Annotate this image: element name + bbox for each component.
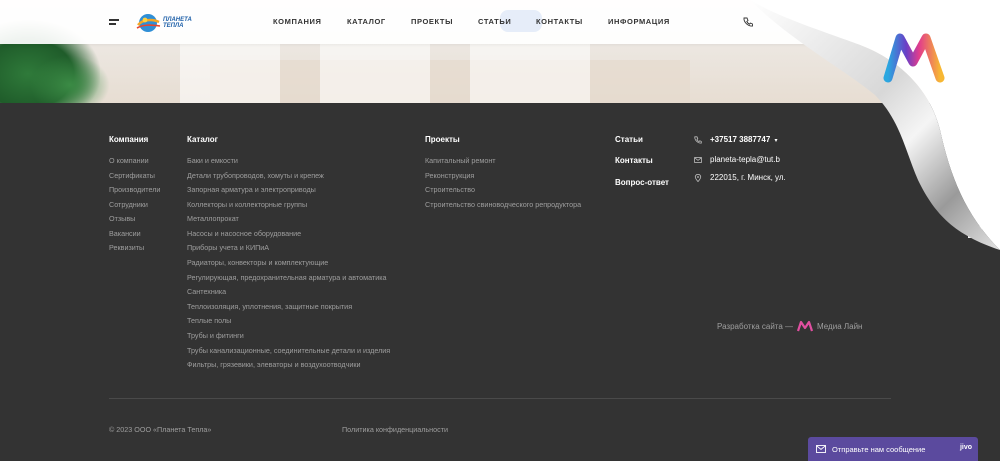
footer-link[interactable]: Реквизиты — [109, 243, 144, 252]
footer-articles-heading[interactable]: Статьи — [615, 135, 643, 144]
jivo-brand: jivo — [959, 444, 972, 451]
footer-link[interactable]: Сантехника — [187, 287, 226, 296]
planet-logo-icon — [136, 14, 161, 32]
footer-link[interactable]: Отзывы — [109, 214, 135, 223]
developer-name: Медиа Лайн — [817, 321, 863, 331]
scroll-tab[interactable] — [968, 226, 982, 238]
footer-link[interactable]: Радиаторы, конвекторы и комплектующие — [187, 258, 328, 267]
site-logo[interactable]: ПЛАНЕТА ТЕПЛА — [135, 11, 195, 35]
footer-phone[interactable]: +37517 3887747 ▾ — [710, 135, 778, 144]
nav-company[interactable]: КОМПАНИЯ — [273, 17, 321, 26]
media-line-logo-icon — [796, 320, 814, 332]
phone-icon[interactable] — [743, 17, 753, 27]
footer-link[interactable]: Реконструкция — [425, 171, 474, 180]
nav-catalog[interactable]: КАТАЛОГ — [347, 17, 386, 26]
hero-banner: ПЛАНЕТА ТЕПЛА КОМПАНИЯ КАТАЛОГ ПРОЕКТЫ С… — [0, 0, 1000, 103]
hero-plant — [30, 55, 110, 103]
footer-phone-number[interactable]: +37517 3887747 — [710, 135, 770, 144]
logo-text-line2: ТЕПЛА — [163, 23, 184, 29]
footer-link[interactable]: Коллекторы и коллекторные группы — [187, 200, 307, 209]
developer-credit[interactable]: Разработка сайта — Медиа Лайн — [717, 320, 862, 332]
footer-link[interactable]: Строительство — [425, 185, 475, 194]
nav-projects[interactable]: ПРОЕКТЫ — [411, 17, 453, 26]
nav-contacts[interactable]: КОНТАКТЫ — [536, 17, 583, 26]
footer-address: 222015, г. Минск, ул. — [710, 173, 786, 182]
footer-catalog-heading[interactable]: Каталог — [187, 135, 218, 144]
footer-link[interactable]: Сертификаты — [109, 171, 155, 180]
footer-link[interactable]: Теплоизоляция, уплотнения, защитные покр… — [187, 302, 352, 311]
hero-window — [180, 44, 280, 103]
hero-window — [470, 44, 590, 103]
footer-contacts-heading[interactable]: Контакты — [615, 156, 653, 165]
footer-link[interactable]: Приборы учета и КИПиА — [187, 243, 269, 252]
site-footer: Компания О компании Сертификаты Производ… — [0, 103, 1000, 461]
nav-information[interactable]: ИНФОРМАЦИЯ — [608, 17, 670, 26]
site-header: ПЛАНЕТА ТЕПЛА КОМПАНИЯ КАТАЛОГ ПРОЕКТЫ С… — [0, 0, 1000, 44]
mail-icon — [694, 157, 702, 163]
location-pin-icon — [694, 174, 702, 182]
footer-link[interactable]: Капитальный ремонт — [425, 156, 496, 165]
footer-link[interactable]: Вакансии — [109, 229, 141, 238]
footer-link[interactable]: О компании — [109, 156, 149, 165]
footer-projects-heading[interactable]: Проекты — [425, 135, 460, 144]
footer-company-heading[interactable]: Компания — [109, 135, 148, 144]
footer-link[interactable]: Теплые полы — [187, 316, 231, 325]
footer-link[interactable]: Регулирующая, предохранительная арматура… — [187, 273, 387, 282]
chat-widget-button[interactable]: Отправьте нам сообщение jivo — [808, 437, 978, 461]
footer-link[interactable]: Производители — [109, 185, 160, 194]
footer-link[interactable]: Баки и емкости — [187, 156, 238, 165]
footer-link[interactable]: Трубы и фитинги — [187, 331, 244, 340]
menu-icon[interactable] — [109, 19, 119, 25]
footer-link[interactable]: Фильтры, грязевики, элеваторы и воздухоо… — [187, 360, 361, 369]
footer-link[interactable]: Запорная арматура и электроприводы — [187, 185, 316, 194]
chat-envelope-icon — [816, 445, 826, 453]
privacy-policy-link[interactable]: Политика конфиденциальности — [342, 425, 448, 434]
footer-faq-heading[interactable]: Вопрос-ответ — [615, 178, 669, 187]
developer-prefix: Разработка сайта — — [717, 321, 794, 331]
logo-text: ПЛАНЕТА ТЕПЛА — [163, 17, 192, 29]
footer-link[interactable]: Металлопрокат — [187, 214, 239, 223]
footer-link[interactable]: Сотрудники — [109, 200, 148, 209]
footer-divider — [109, 398, 891, 399]
footer-link[interactable]: Строительство свиноводческого репродукто… — [425, 200, 581, 209]
nav-articles[interactable]: СТАТЬИ — [478, 17, 511, 26]
phone-icon — [694, 136, 702, 144]
chat-label: Отправьте нам сообщение — [832, 444, 926, 454]
footer-link[interactable]: Трубы канализационные, соединительные де… — [187, 346, 390, 355]
footer-email[interactable]: planeta-tepla@tut.b — [710, 155, 780, 164]
hero-background-cabinet — [210, 60, 690, 103]
footer-link[interactable]: Насосы и насосное оборудование — [187, 229, 301, 238]
copyright: © 2023 ООО «Планета Тепла» — [109, 425, 212, 434]
footer-link[interactable]: Детали трубопроводов, хомуты и крепеж — [187, 171, 324, 180]
chevron-down-icon[interactable]: ▾ — [775, 138, 778, 144]
hero-window — [320, 44, 430, 103]
